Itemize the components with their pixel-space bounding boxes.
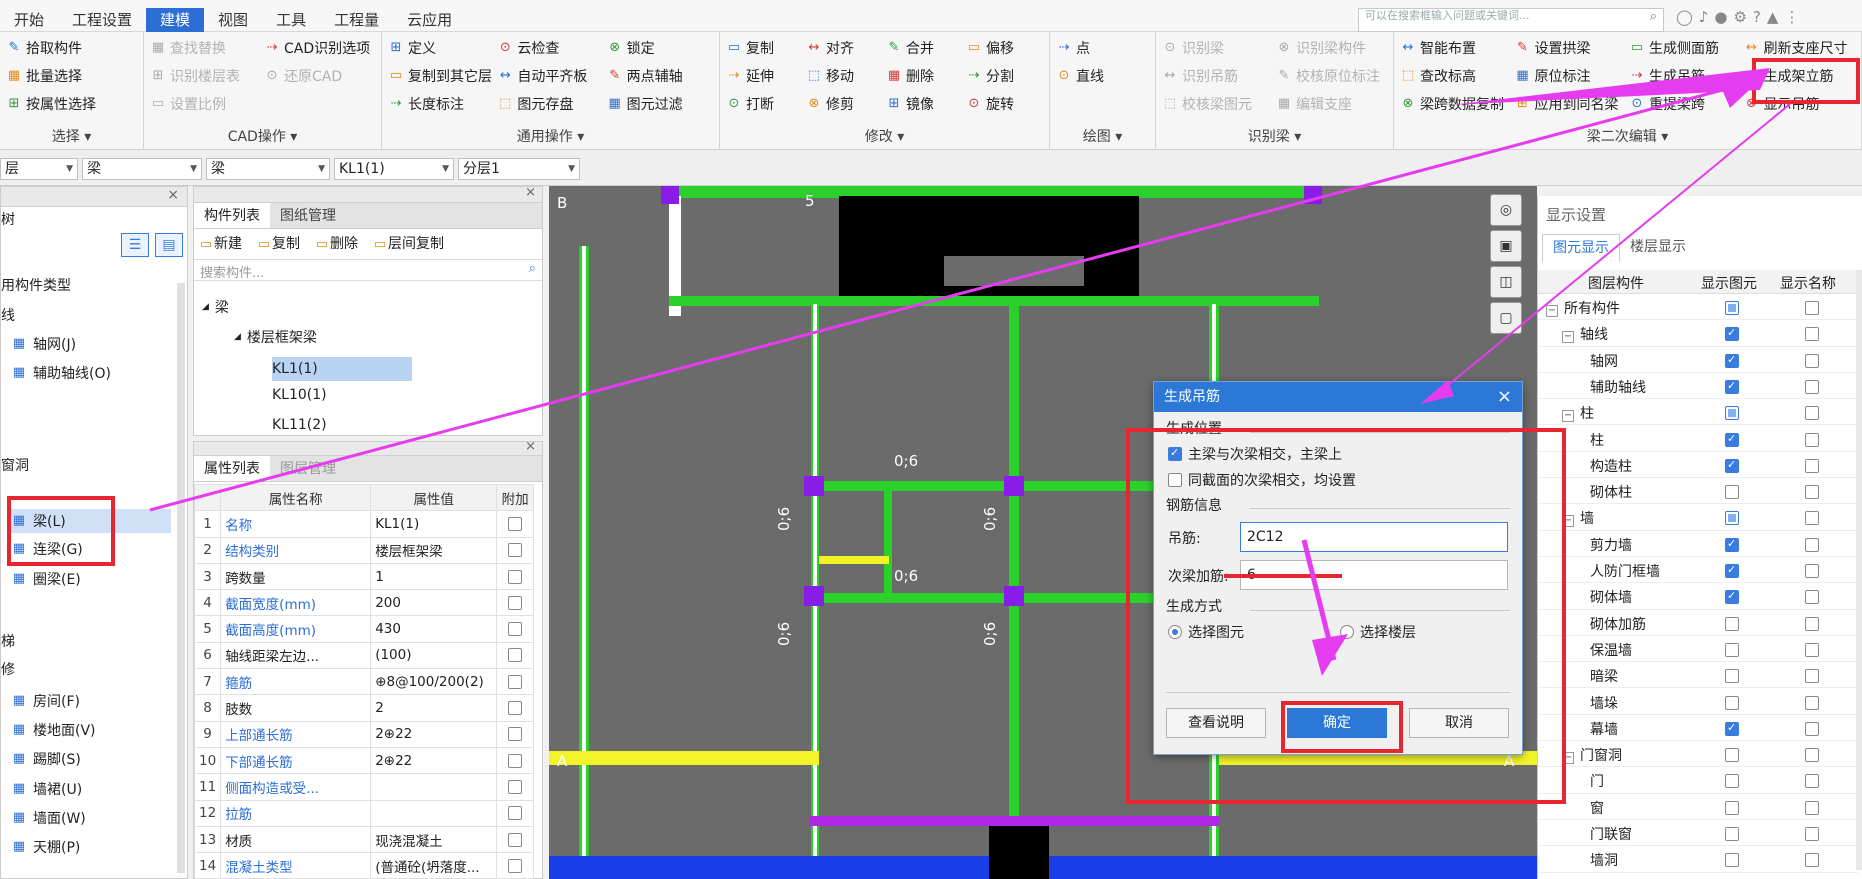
arrow-line-1 xyxy=(149,78,1761,512)
annotation-arrows xyxy=(149,68,1791,676)
arrow-head-3 xyxy=(1312,634,1348,676)
arrow-head-2 xyxy=(1420,380,1454,404)
arrow-line-2 xyxy=(1429,103,1791,401)
arrow-wedge xyxy=(1450,68,1770,105)
